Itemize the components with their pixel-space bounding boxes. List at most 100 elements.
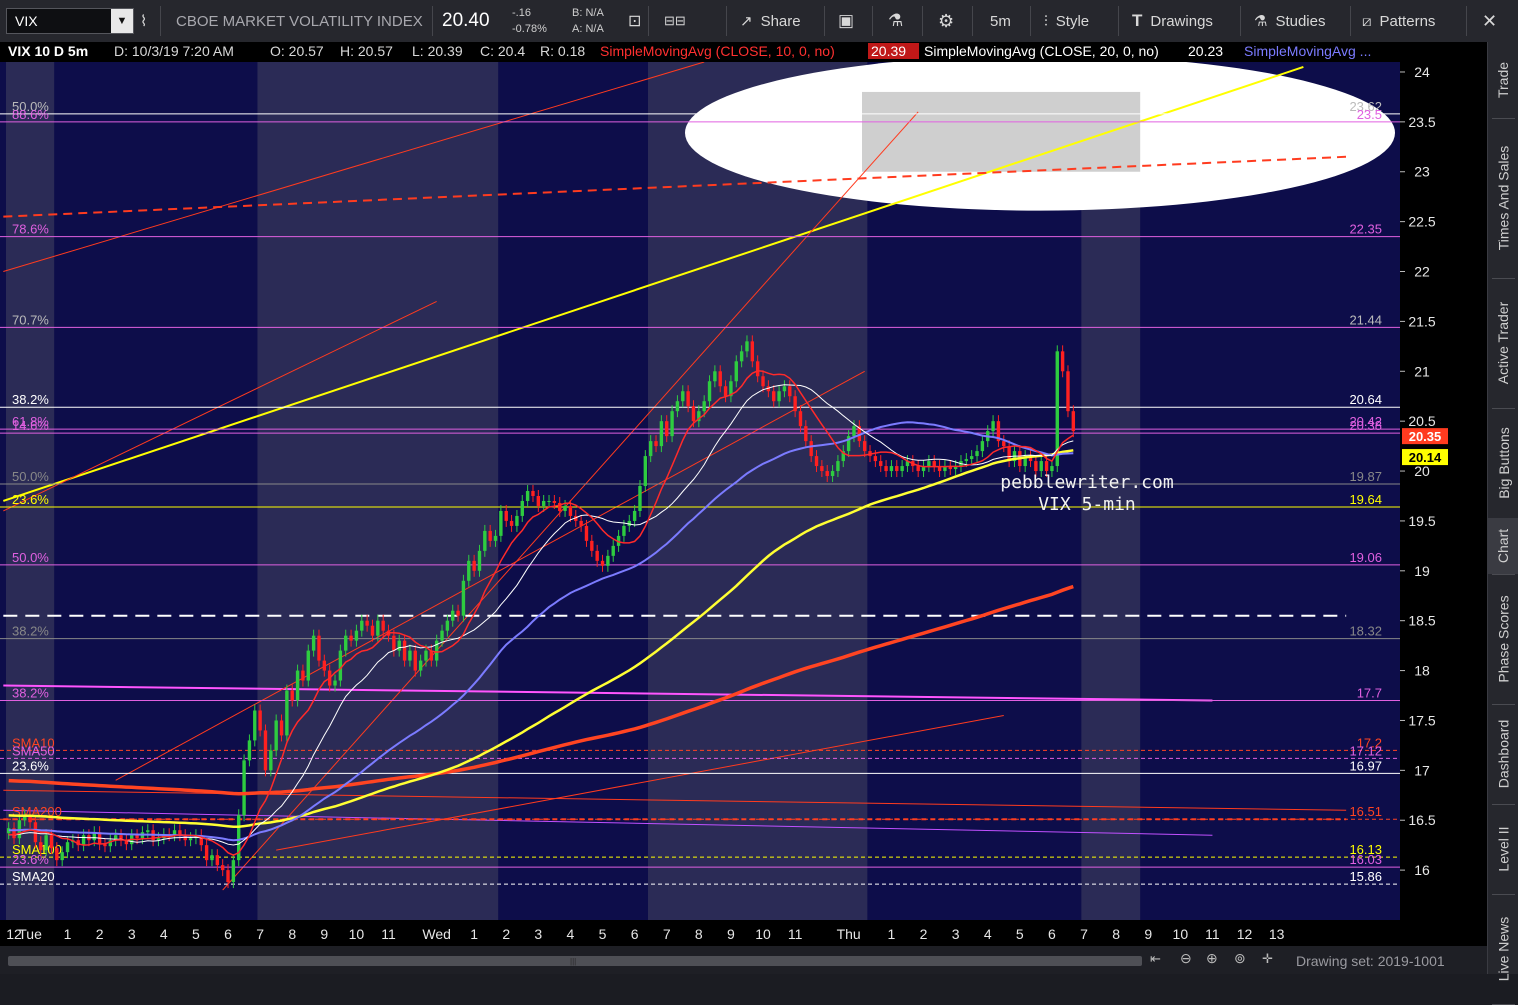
candle-body <box>654 441 658 447</box>
candle-body <box>338 650 343 681</box>
candle-body <box>317 635 321 661</box>
candle-body <box>295 670 300 701</box>
sidebar-tab-dashboard[interactable]: Dashboard <box>1488 704 1518 804</box>
divider <box>872 6 873 36</box>
candle-body <box>670 411 674 437</box>
candle-body <box>804 426 808 442</box>
fib-level-price: 19.06 <box>1349 550 1382 565</box>
divider <box>160 6 161 36</box>
candle-body <box>659 421 664 447</box>
candle-body <box>402 640 407 661</box>
sidebar-tab-label: Phase Scores <box>1495 595 1512 683</box>
sidebar-tab-phase-scores[interactable]: Phase Scores <box>1488 574 1518 704</box>
candle-body <box>836 461 840 472</box>
candle-body <box>980 441 985 452</box>
candle-body <box>365 620 369 626</box>
candle-body <box>686 391 690 407</box>
chevron-down-icon[interactable]: ▼ <box>111 9 133 33</box>
candle-body <box>862 441 867 452</box>
sma10-value: 20.39 <box>868 43 919 59</box>
style-button[interactable]: ⫶ Style <box>1044 0 1089 42</box>
scroll-left-icon[interactable]: ⇤ <box>1150 951 1161 967</box>
fib-level-label: 23.6% <box>12 852 49 867</box>
sidebar-tab-times-and-sales[interactable]: Times And Sales <box>1488 118 1518 278</box>
candle-body <box>418 660 423 671</box>
sma50-label[interactable]: SimpleMovingAvg ... <box>1244 43 1371 59</box>
drawing-set-label[interactable]: Drawing set: 2019-1001 <box>1296 953 1445 969</box>
horizontal-scrollbar[interactable]: ||| <box>8 956 1142 966</box>
candle-body <box>285 690 289 736</box>
candle-body <box>889 466 894 472</box>
candle-body <box>263 730 268 771</box>
studies-button[interactable]: ⚗ Studies <box>1254 0 1326 42</box>
fib-level-price: 16.97 <box>1349 758 1382 773</box>
flexible-grid-icon[interactable]: ⊡ <box>628 0 641 42</box>
sidebar-tab-active-trader[interactable]: Active Trader <box>1488 278 1518 408</box>
candle-body <box>600 560 605 566</box>
fib-level-price: 17.12 <box>1349 743 1382 758</box>
candle-body <box>397 640 401 651</box>
scrollbar-grip-icon: ||| <box>570 957 577 966</box>
gear-icon[interactable]: ⚙ <box>938 0 954 42</box>
cursor-icon[interactable]: ✛ <box>1262 951 1273 967</box>
fib-level-label: 88.6% <box>12 107 49 122</box>
candle-body <box>606 555 610 566</box>
candle-body <box>879 461 883 467</box>
price-tick-label: 16 <box>1414 862 1430 878</box>
snapshot-icon[interactable]: ▣ <box>838 0 854 42</box>
quick-order-icon[interactable]: ⊟⊟ <box>664 0 686 42</box>
fib-level-price: 22.35 <box>1349 222 1382 237</box>
candle-body <box>638 486 642 511</box>
candle-body <box>226 870 230 883</box>
candle-body <box>499 510 503 536</box>
candle-body <box>306 650 310 681</box>
price-tick-label: 17 <box>1414 762 1430 778</box>
studies-label: Studies <box>1275 12 1326 30</box>
fib-level-price: 16.03 <box>1349 852 1382 867</box>
sidebar-tab-big-buttons[interactable]: Big Buttons <box>1488 408 1518 518</box>
zoom-out-icon[interactable]: ⊖ <box>1180 950 1192 967</box>
fib-level-label: 50.0% <box>12 550 49 565</box>
fib-level-price: 16.51 <box>1349 804 1382 819</box>
candle-body <box>220 865 225 871</box>
drawings-button[interactable]: T Drawings <box>1132 0 1213 42</box>
candle-body <box>702 401 706 412</box>
candle-body <box>370 625 375 636</box>
sidebar-tab-level-ii[interactable]: Level II <box>1488 804 1518 894</box>
symbol-selector[interactable]: VIX ▼ <box>6 8 134 34</box>
zoom-in-icon[interactable]: ⊕ <box>1206 950 1218 967</box>
price-tick-label: 19 <box>1414 563 1430 579</box>
candle-body <box>1002 441 1006 447</box>
bar-range: R: 0.18 <box>540 43 586 59</box>
candle-body <box>381 620 385 631</box>
candle-body <box>595 550 599 561</box>
sma20-label[interactable]: SimpleMovingAvg (CLOSE, 20, 0, no) <box>924 43 1159 59</box>
time-tick-label: 9 <box>727 926 735 942</box>
sidebar-tab-live-news[interactable]: Live News <box>1488 894 1518 1004</box>
candle-body <box>648 441 653 457</box>
candle-body <box>311 635 316 651</box>
patterns-icon: ⧄ <box>1362 12 1372 30</box>
sidebar-tab-label: Dashboard <box>1495 719 1512 789</box>
zoom-fit-icon[interactable]: ⊚ <box>1234 950 1246 967</box>
timeframe-button[interactable]: 5m <box>990 0 1011 42</box>
time-tick-label: 6 <box>1048 926 1056 942</box>
time-tick-label: 10 <box>1173 926 1189 942</box>
sidebar-tab-trade[interactable]: Trade <box>1488 42 1518 118</box>
price-chart[interactable]: 50.0% 23.6288.6% 23.578.6% 22.3570.7% 21.443… <box>0 42 1487 946</box>
sma10-label[interactable]: SimpleMovingAvg (CLOSE, 10, 0, no) <box>600 43 835 59</box>
link-icon[interactable]: ⌇ <box>140 0 156 42</box>
patterns-button[interactable]: ⧄ Patterns <box>1362 0 1435 42</box>
flask-icon[interactable]: ⚗ <box>888 0 903 42</box>
candle-body <box>750 341 755 362</box>
divider <box>922 6 923 36</box>
candle-body <box>301 670 305 681</box>
candle-body <box>723 386 728 397</box>
candle-body <box>509 520 514 526</box>
candle-body <box>895 466 899 472</box>
sidebar-tab-chart[interactable]: Chart <box>1488 518 1518 574</box>
candle-body <box>461 580 466 616</box>
bar-date: D: 10/3/19 7:20 AM <box>114 43 234 59</box>
share-button[interactable]: ↗ Share <box>740 0 801 42</box>
close-icon[interactable]: ✕ <box>1482 0 1497 42</box>
